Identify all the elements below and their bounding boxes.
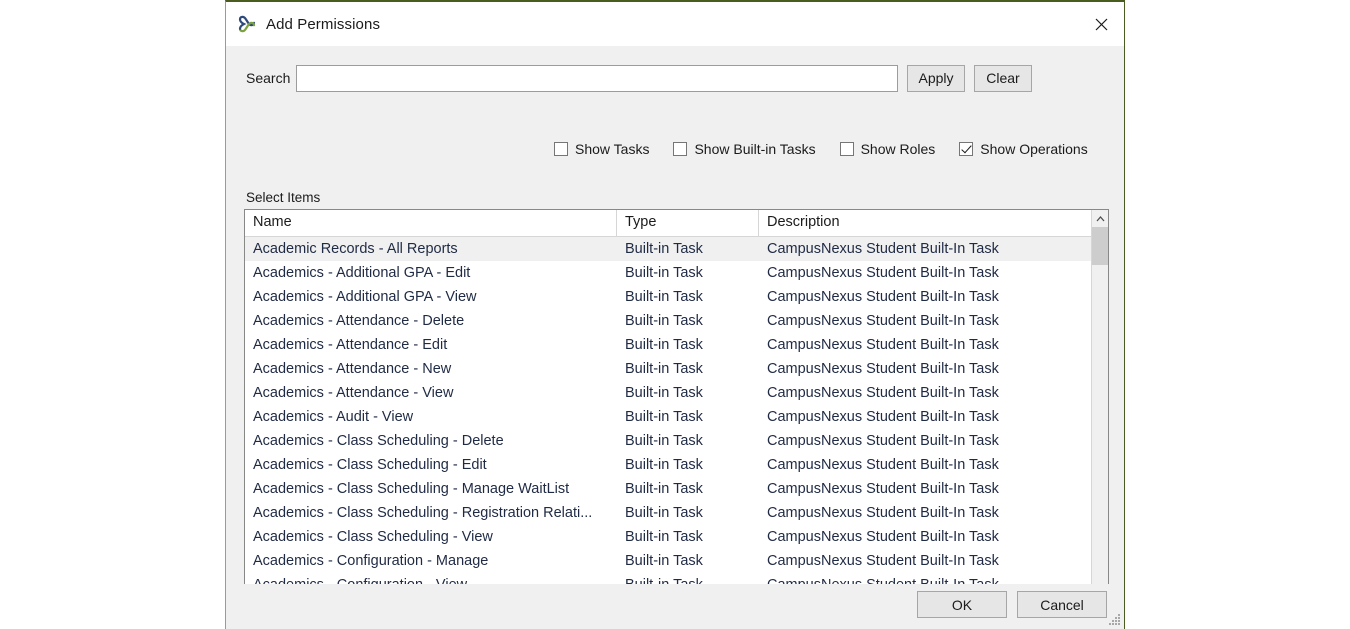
- cell-name: Academics - Attendance - View: [253, 385, 454, 401]
- campusnexus-logo-icon: [237, 14, 257, 34]
- cell-name: Academics - Class Scheduling - Registrat…: [253, 505, 593, 521]
- dialog-title: Add Permissions: [266, 15, 381, 33]
- cell-description: CampusNexus Student Built-In Task: [767, 385, 999, 401]
- select-items-label: Select Items: [246, 190, 321, 205]
- cell-type: Built-in Task: [625, 553, 703, 569]
- cell-type: Built-in Task: [625, 433, 703, 449]
- listview-header: Name Type Description: [245, 210, 1091, 237]
- checkbox-show-builtin-tasks-box[interactable]: [673, 142, 688, 156]
- table-row[interactable]: Academics - Class Scheduling - Manage Wa…: [245, 477, 1091, 501]
- cell-name: Academics - Class Scheduling - View: [253, 529, 493, 545]
- scroll-up-arrow-icon[interactable]: [1092, 210, 1108, 227]
- listview-scrollbar[interactable]: [1091, 210, 1108, 629]
- search-row: Search Apply Clear: [246, 64, 1106, 92]
- table-row[interactable]: Academics - Class Scheduling - Edit Built…: [245, 453, 1091, 477]
- table-row[interactable]: Academics - Audit - View Built-in Task Cam…: [245, 405, 1091, 429]
- table-row[interactable]: Academics - Attendance - Delete Built-in …: [245, 309, 1091, 333]
- cell-type: Built-in Task: [625, 409, 703, 425]
- checkbox-show-operations-box[interactable]: [959, 142, 974, 156]
- table-row[interactable]: Academics - Attendance - New Built-in Tas…: [245, 357, 1091, 381]
- cell-description: CampusNexus Student Built-In Task: [767, 361, 999, 377]
- column-header-type[interactable]: Type: [617, 210, 759, 236]
- search-input[interactable]: [296, 64, 898, 92]
- table-row[interactable]: Academics - Class Scheduling - Registrat…: [245, 501, 1091, 525]
- close-icon[interactable]: [1078, 2, 1124, 46]
- cell-description: CampusNexus Student Built-In Task: [767, 409, 999, 425]
- cell-type: Built-in Task: [625, 481, 703, 497]
- ok-button[interactable]: OK: [917, 591, 1007, 618]
- screen: Add Permissions Search Apply Clear Show …: [0, 0, 1350, 629]
- cell-description: CampusNexus Student Built-In Task: [767, 529, 999, 545]
- cell-type: Built-in Task: [625, 313, 703, 329]
- cell-name: Academics - Attendance - New: [253, 361, 452, 377]
- cell-name: Academics - Class Scheduling - Edit: [253, 457, 487, 473]
- cell-type: Built-in Task: [625, 457, 703, 473]
- cell-description: CampusNexus Student Built-In Task: [767, 313, 999, 329]
- permissions-listview: Name Type Description Academic Records -…: [244, 209, 1109, 629]
- cell-type: Built-in Task: [625, 385, 703, 401]
- table-row[interactable]: Academics - Additional GPA - Edit Built-i…: [245, 261, 1091, 285]
- add-permissions-dialog: Add Permissions Search Apply Clear Show …: [225, 0, 1125, 629]
- cell-description: CampusNexus Student Built-In Task: [767, 289, 999, 305]
- clear-button[interactable]: Clear: [974, 64, 1032, 92]
- checkbox-show-operations[interactable]: Show Operations: [959, 141, 1088, 157]
- listview-rows: Academic Records - All Reports Built-in T…: [245, 237, 1091, 629]
- table-row[interactable]: Academics - Attendance - Edit Built-in Ta…: [245, 333, 1091, 357]
- checkbox-show-roles-label: Show Roles: [860, 141, 936, 157]
- table-row[interactable]: Academics - Configuration - Manage Built-…: [245, 549, 1091, 573]
- cell-name: Academics - Class Scheduling - Delete: [253, 433, 504, 449]
- cell-type: Built-in Task: [625, 265, 703, 281]
- cell-type: Built-in Task: [625, 241, 703, 257]
- cell-name: Academics - Configuration - Manage: [253, 553, 489, 569]
- scrollbar-track[interactable]: [1092, 227, 1108, 612]
- table-row[interactable]: Academics - Attendance - View Built-in Ta…: [245, 381, 1091, 405]
- resize-grip-icon[interactable]: [1109, 614, 1121, 626]
- search-label: Search: [246, 70, 291, 86]
- cell-name: Academics - Attendance - Edit: [253, 337, 448, 353]
- cell-name: Academic Records - All Reports: [253, 241, 458, 257]
- checkbox-show-roles-box[interactable]: [839, 142, 854, 156]
- cell-description: CampusNexus Student Built-In Task: [767, 457, 999, 473]
- table-row[interactable]: Academics - Class Scheduling - View Built…: [245, 525, 1091, 549]
- cell-type: Built-in Task: [625, 529, 703, 545]
- cell-description: CampusNexus Student Built-In Task: [767, 265, 999, 281]
- cell-name: Academics - Additional GPA - Edit: [253, 265, 471, 281]
- listview-main: Name Type Description Academic Records -…: [245, 210, 1091, 629]
- table-row[interactable]: Academics - Class Scheduling - Delete Bui…: [245, 429, 1091, 453]
- cell-type: Built-in Task: [625, 361, 703, 377]
- cell-name: Academics - Audit - View: [253, 409, 414, 425]
- dialog-body: Search Apply Clear Show Tasks Show Built…: [226, 46, 1124, 629]
- cell-description: CampusNexus Student Built-In Task: [767, 505, 999, 521]
- dialog-footer: OK Cancel: [226, 584, 1124, 629]
- column-header-description[interactable]: Description: [759, 210, 1091, 236]
- cell-type: Built-in Task: [625, 505, 703, 521]
- cell-name: Academics - Attendance - Delete: [253, 313, 465, 329]
- dialog-titlebar: Add Permissions: [226, 2, 1124, 46]
- cancel-button[interactable]: Cancel: [1017, 591, 1107, 618]
- scrollbar-thumb[interactable]: [1092, 227, 1108, 265]
- cell-description: CampusNexus Student Built-In Task: [767, 433, 999, 449]
- cell-type: Built-in Task: [625, 289, 703, 305]
- checkbox-show-builtin-tasks-label: Show Built-in Tasks: [694, 141, 816, 157]
- cell-name: Academics - Class Scheduling - Manage Wa…: [253, 481, 570, 497]
- apply-button[interactable]: Apply: [907, 64, 965, 92]
- table-row[interactable]: Academics - Additional GPA - View Built-i…: [245, 285, 1091, 309]
- cell-name: Academics - Additional GPA - View: [253, 289, 477, 305]
- checkbox-show-tasks-label: Show Tasks: [575, 141, 650, 157]
- checkbox-show-operations-label: Show Operations: [980, 141, 1088, 157]
- cell-description: CampusNexus Student Built-In Task: [767, 337, 999, 353]
- checkbox-show-roles[interactable]: Show Roles: [839, 141, 936, 157]
- cell-description: CampusNexus Student Built-In Task: [767, 481, 999, 497]
- checkbox-show-tasks-box[interactable]: [554, 142, 568, 156]
- cell-type: Built-in Task: [625, 337, 703, 353]
- table-row[interactable]: Academic Records - All Reports Built-in T…: [245, 237, 1091, 261]
- cell-description: CampusNexus Student Built-In Task: [767, 553, 999, 569]
- column-header-name[interactable]: Name: [245, 210, 617, 236]
- checkbox-show-builtin-tasks[interactable]: Show Built-in Tasks: [673, 141, 816, 157]
- checkbox-show-tasks[interactable]: Show Tasks: [554, 141, 649, 157]
- filter-checkbox-row: Show Tasks Show Built-in Tasks Show Role…: [554, 141, 1088, 157]
- cell-description: CampusNexus Student Built-In Task: [767, 241, 999, 257]
